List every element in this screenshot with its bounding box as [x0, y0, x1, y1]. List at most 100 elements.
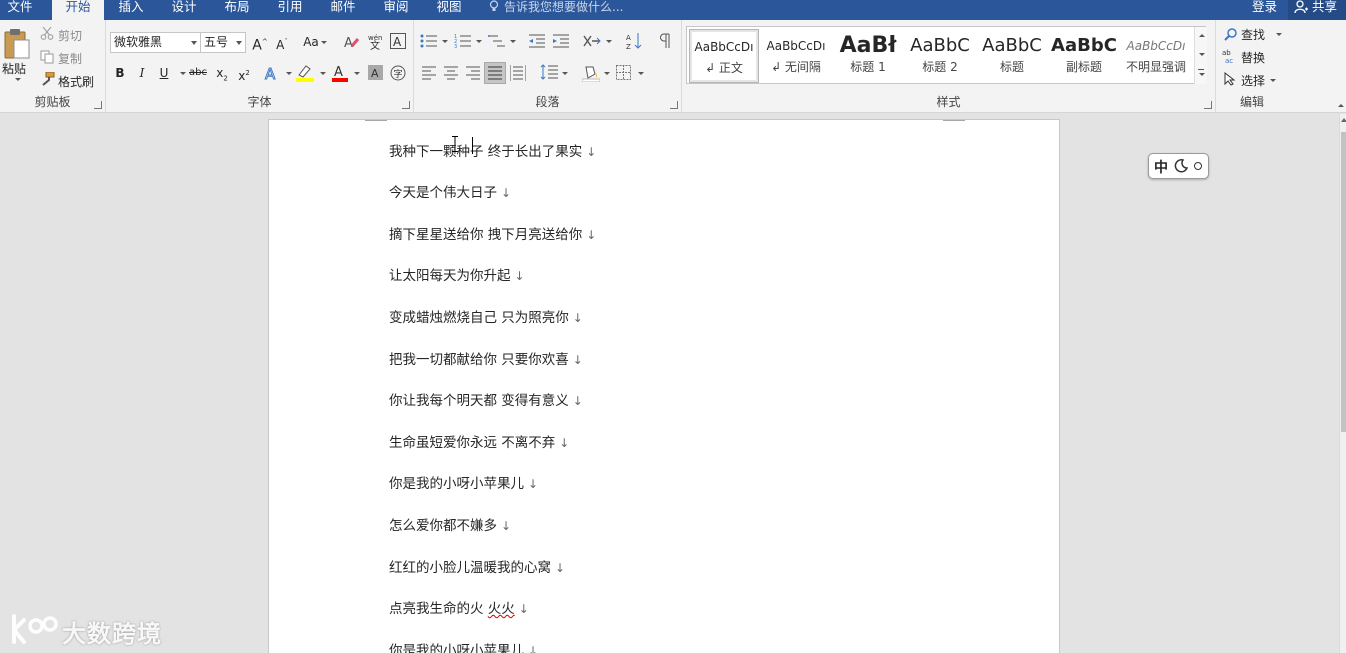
ime-toolbar[interactable]: 中	[1148, 153, 1209, 179]
paragraph[interactable]: 今天是个伟大日子 ↓	[389, 181, 511, 201]
bullets-icon[interactable]	[420, 33, 438, 49]
borders-icon[interactable]	[616, 65, 631, 80]
paragraph[interactable]: 点亮我生命的火 火火 ↓	[389, 597, 529, 617]
format-painter-button[interactable]: 格式刷	[58, 73, 94, 90]
style-heading-2[interactable]: AaBbC 标题 2	[905, 29, 975, 83]
tab-insert[interactable]: 插入	[111, 0, 151, 20]
share-button[interactable]: 共享	[1288, 0, 1346, 20]
paragraph[interactable]: 摘下星星送给你 拽下月亮送给你 ↓	[389, 223, 596, 243]
enclose-characters-icon[interactable]: 字	[390, 65, 406, 81]
tab-layout[interactable]: 布局	[217, 0, 257, 20]
tab-references[interactable]: 引用	[270, 0, 310, 20]
vertical-scrollbar[interactable]	[1339, 114, 1346, 653]
spelling-error-text[interactable]: 火火	[488, 601, 515, 617]
collapse-ribbon-icon[interactable]	[1338, 104, 1344, 107]
change-case-button[interactable]: Aa	[300, 32, 330, 52]
phonetic-guide-icon[interactable]: wén文	[368, 32, 384, 50]
paragraph[interactable]: 你是我的小呀小苹果儿 ↓	[389, 639, 538, 653]
borders-dropdown-icon[interactable]	[638, 72, 644, 75]
style-no-spacing[interactable]: AaBbCcDı ↲ 无间隔	[761, 29, 831, 83]
font-name-combo[interactable]: 微软雅黑	[110, 32, 201, 53]
italic-button[interactable]: I	[132, 63, 152, 83]
character-shading-icon[interactable]: A	[368, 65, 383, 80]
underline-dropdown-icon[interactable]	[180, 72, 186, 75]
font-launcher-icon[interactable]	[402, 101, 410, 109]
text-effects-dropdown-icon[interactable]	[286, 72, 292, 75]
replace-button[interactable]: 替换	[1241, 49, 1265, 66]
style-title[interactable]: AaBbC 标题	[977, 29, 1047, 83]
subscript-button[interactable]: x2	[212, 63, 232, 83]
tab-view[interactable]: 视图	[429, 0, 469, 20]
style-heading-1[interactable]: AaBł 标题 1	[833, 29, 903, 83]
justify-button[interactable]	[484, 62, 506, 84]
login-link[interactable]: 登录	[1252, 0, 1277, 13]
punctuation-dot-icon[interactable]	[1194, 162, 1202, 170]
ime-mode-label[interactable]: 中	[1154, 157, 1168, 177]
gallery-scroll-up-button[interactable]	[1194, 27, 1207, 46]
scrollbar-thumb[interactable]	[1341, 132, 1346, 432]
distributed-icon[interactable]	[510, 65, 526, 81]
numbering-dropdown-icon[interactable]	[476, 40, 482, 43]
styles-launcher-icon[interactable]	[1204, 101, 1212, 109]
decrease-indent-icon[interactable]	[528, 33, 546, 49]
chinese-layout-icon[interactable]	[582, 32, 602, 50]
find-dropdown-icon[interactable]	[1276, 33, 1282, 36]
cut-button[interactable]: 剪切	[58, 27, 82, 44]
bullets-dropdown-icon[interactable]	[442, 40, 448, 43]
tab-review[interactable]: 审阅	[376, 0, 416, 20]
paragraph[interactable]: 把我一切都献给你 只要你欢喜 ↓	[389, 348, 583, 368]
document-page[interactable]: 我种下一颗种子 终于长出了果实 ↓ 今天是个伟大日子 ↓ 摘下星星送给你 拽下月亮送…	[268, 119, 1060, 653]
paragraph[interactable]: 让太阳每天为你升起 ↓	[389, 264, 525, 284]
select-dropdown-icon[interactable]	[1270, 79, 1276, 82]
show-marks-icon[interactable]	[658, 33, 672, 49]
character-border-icon[interactable]: A	[390, 33, 406, 49]
superscript-button[interactable]: x2	[234, 63, 254, 83]
highlighter-icon[interactable]	[296, 64, 314, 82]
tab-file[interactable]: 文件	[0, 0, 40, 20]
paste-button[interactable]: 粘贴	[2, 26, 32, 84]
strikethrough-button[interactable]: abc	[188, 63, 208, 83]
underline-button[interactable]: U	[154, 63, 174, 83]
paragraph[interactable]: 你是我的小呀小苹果儿 ↓	[389, 472, 538, 492]
chinese-layout-dropdown-icon[interactable]	[606, 40, 612, 43]
align-right-icon[interactable]	[466, 66, 480, 80]
shading-dropdown-icon[interactable]	[604, 72, 610, 75]
style-normal[interactable]: AaBbCcDı ↲ 正文	[689, 29, 759, 83]
paragraph[interactable]: 红红的小脸儿温暖我的心窝 ↓	[389, 556, 565, 576]
text-effects-icon[interactable]: A	[264, 65, 282, 81]
scroll-up-arrow-icon[interactable]	[1341, 118, 1346, 122]
copy-button[interactable]: 复制	[58, 50, 82, 67]
tab-design[interactable]: 设计	[164, 0, 204, 20]
style-subtle-emphasis[interactable]: AaBbCcDı 不明显强调	[1121, 29, 1191, 83]
gallery-scroll-down-button[interactable]	[1194, 46, 1207, 65]
multilevel-list-icon[interactable]	[488, 33, 506, 49]
highlight-dropdown-icon[interactable]	[320, 72, 326, 75]
find-button[interactable]: 查找	[1241, 26, 1265, 43]
font-color-dropdown-icon[interactable]	[354, 72, 360, 75]
tab-home[interactable]: 开始	[52, 0, 104, 20]
paragraph-shading-icon[interactable]	[582, 64, 600, 82]
paragraph[interactable]: 生命虽短爱你永远 不离不弃 ↓	[389, 431, 569, 451]
align-left-icon[interactable]	[422, 66, 436, 80]
clipboard-launcher-icon[interactable]	[94, 101, 102, 109]
clear-formatting-icon[interactable]: A	[344, 34, 360, 50]
half-width-moon-icon[interactable]	[1174, 159, 1188, 173]
font-size-combo[interactable]: 五号	[200, 32, 246, 53]
sort-icon[interactable]: AZ	[626, 32, 642, 50]
gallery-more-button[interactable]	[1194, 65, 1207, 84]
align-center-icon[interactable]	[444, 66, 458, 80]
line-spacing-dropdown-icon[interactable]	[562, 72, 568, 75]
tab-mailings[interactable]: 邮件	[323, 0, 363, 20]
grow-font-button[interactable]: A^	[250, 32, 270, 54]
paragraph[interactable]: 你让我每个明天都 变得有意义 ↓	[389, 389, 583, 409]
paragraph[interactable]: 怎么爱你都不嫌多 ↓	[389, 514, 511, 534]
select-button[interactable]: 选择	[1241, 72, 1265, 89]
increase-indent-icon[interactable]	[552, 33, 570, 49]
multilevel-dropdown-icon[interactable]	[510, 40, 516, 43]
style-subtitle[interactable]: AaBbC 副标题	[1049, 29, 1119, 83]
paragraph-launcher-icon[interactable]	[670, 101, 678, 109]
font-color-icon[interactable]: A	[332, 64, 348, 82]
paragraph[interactable]: 我种下一颗种子 终于长出了果实 ↓	[389, 140, 596, 160]
bold-button[interactable]: B	[110, 63, 130, 83]
shrink-font-button[interactable]: Aˇ	[272, 32, 292, 52]
